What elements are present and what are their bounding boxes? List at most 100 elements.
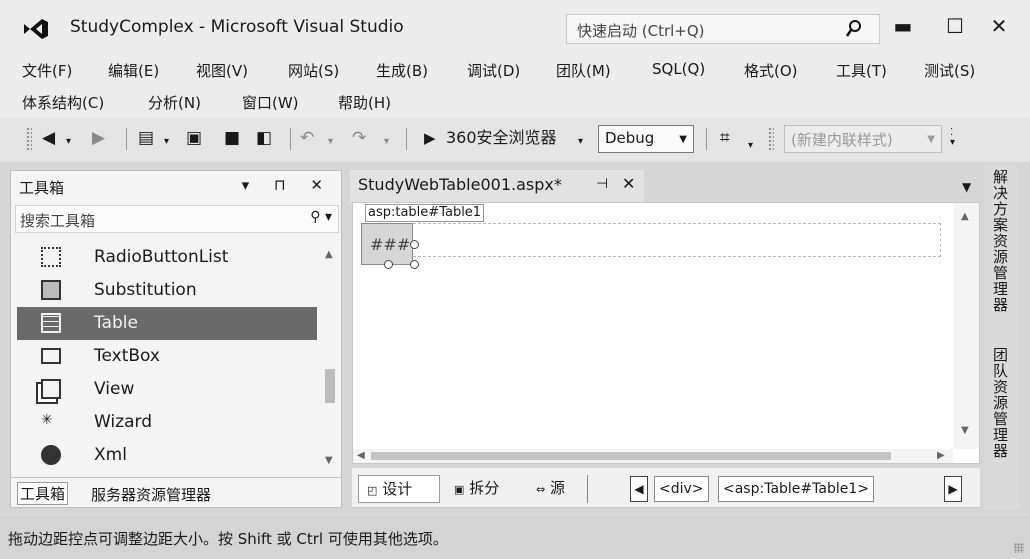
back-dropdown-icon[interactable]: ▾ — [66, 130, 71, 154]
quick-launch-input[interactable]: 快速启动 (Ctrl+Q) — [566, 14, 880, 44]
menu-format[interactable]: 格式(O) — [744, 60, 798, 81]
undo-icon[interactable]: ↶ — [300, 126, 314, 150]
menu-sql[interactable]: SQL(Q) — [652, 60, 705, 78]
tab-team-explorer[interactable]: 团队资源管理器 — [990, 347, 1011, 459]
close-tab-icon[interactable]: ✕ — [622, 174, 635, 193]
menu-website[interactable]: 网站(S) — [288, 60, 339, 81]
menu-edit[interactable]: 编辑(E) — [108, 60, 159, 81]
search-icon: ⚲ ▾ — [310, 209, 332, 225]
scroll-up-icon[interactable]: ▲ — [961, 211, 969, 222]
xml-icon — [41, 445, 61, 465]
radiobuttonlist-icon — [41, 247, 61, 267]
toolbox-item-substitution[interactable]: Substitution — [17, 274, 317, 307]
menu-build[interactable]: 生成(B) — [376, 60, 428, 81]
breadcrumb-left-icon[interactable]: ◀ — [630, 476, 648, 502]
right-dock-panel: 解决方案资源管理器 团队资源管理器 — [984, 165, 1018, 509]
resize-handle-bottom[interactable] — [384, 260, 393, 269]
scroll-up-icon[interactable]: ▲ — [325, 249, 333, 260]
chevron-down-icon: ▼ — [927, 134, 935, 145]
menu-analyze[interactable]: 分析(N) — [148, 92, 201, 113]
visual-studio-logo-icon — [24, 19, 48, 39]
toolbox-item-xml[interactable]: Xml — [17, 439, 317, 472]
breadcrumb-right-icon[interactable]: ▶ — [944, 476, 962, 502]
menu-file[interactable]: 文件(F) — [22, 60, 72, 81]
tab-studywebtable001[interactable]: StudyWebTable001.aspx* ⊣ ✕ — [350, 170, 644, 202]
design-surface[interactable]: ### asp:table#Table1 ▲ ▼ ◀ ▶ — [352, 202, 980, 464]
browser-dropdown-icon[interactable]: ▾ — [578, 130, 583, 154]
resize-grip-icon[interactable] — [1014, 543, 1024, 553]
toolbar-separator — [706, 128, 707, 150]
navigate-back-icon[interactable]: ◀ — [42, 126, 55, 150]
toolbar-overflow-icon[interactable]: ▾ — [748, 134, 753, 158]
pin-icon[interactable]: ⊣ — [596, 176, 608, 192]
editor-horizontal-scrollbar[interactable]: ◀ ▶ — [353, 449, 953, 463]
breadcrumb-asp-table[interactable]: <asp:Table#Table1> — [718, 476, 874, 502]
toolbox-bottom-tabs: 工具箱 服务器资源管理器 — [11, 477, 341, 507]
table-cell-text: ### — [370, 235, 411, 254]
toolbox-item-radiobuttonlist[interactable]: RadioButtonList — [17, 241, 317, 274]
new-project-icon[interactable]: ▤ — [138, 126, 154, 150]
tab-server-explorer[interactable]: 服务器资源管理器 — [91, 484, 211, 505]
resize-handle-right[interactable] — [410, 240, 419, 249]
toolbox-window-buttons[interactable]: ▾ ⊓ ✕ — [242, 176, 333, 194]
scroll-down-icon[interactable]: ▼ — [325, 455, 333, 466]
split-label: 拆分 — [469, 479, 500, 497]
toolbox-item-wizard[interactable]: ✳ Wizard — [17, 406, 317, 439]
menu-test[interactable]: 测试(S) — [924, 60, 975, 81]
save-all-icon[interactable]: ◧ — [256, 126, 272, 150]
toolbar-options-icon[interactable]: ⁚ ▾ — [950, 128, 955, 148]
standard-toolbar: ◀ ▾ ▶ ▤ ▾ ▣ ■ ◧ ↶ ▾ ↷ ▾ ▶ 360安全浏览器 ▾ Deb… — [0, 118, 1030, 162]
maximize-button[interactable]: ☐ — [940, 12, 970, 40]
minimize-button[interactable]: ▬ — [888, 12, 918, 40]
new-dropdown-icon[interactable]: ▾ — [164, 130, 169, 154]
menu-team[interactable]: 团队(M) — [556, 60, 611, 81]
scrollbar-thumb[interactable] — [325, 369, 335, 403]
menu-architecture[interactable]: 体系结构(C) — [22, 92, 104, 113]
design-icon: ◰ — [367, 484, 378, 497]
scroll-left-icon[interactable]: ◀ — [357, 450, 365, 461]
menu-debug[interactable]: 调试(D) — [467, 60, 520, 81]
resize-handle-corner[interactable] — [410, 260, 419, 269]
run-browser-button[interactable]: 360安全浏览器 — [446, 126, 557, 150]
menu-view[interactable]: 视图(V) — [196, 60, 248, 81]
design-view-button[interactable]: ◰ 设计 — [358, 475, 440, 503]
active-files-dropdown-icon[interactable]: ▼ — [962, 180, 971, 194]
toolbar-grip[interactable] — [26, 127, 32, 151]
toolbar-grip[interactable] — [768, 127, 774, 151]
scrollbar-thumb[interactable] — [371, 452, 891, 460]
toolbox-item-view[interactable]: View — [17, 373, 317, 406]
solution-config-dropdown[interactable]: Debug ▼ — [598, 125, 694, 153]
tab-solution-explorer[interactable]: 解决方案资源管理器 — [990, 169, 1011, 313]
redo-icon[interactable]: ↷ — [352, 126, 366, 150]
menu-tools[interactable]: 工具(T) — [836, 60, 887, 81]
target-rule-value: (新建内联样式) — [791, 131, 893, 149]
navigate-forward-icon[interactable]: ▶ — [92, 126, 105, 150]
scroll-down-icon[interactable]: ▼ — [961, 425, 969, 436]
close-button[interactable]: ✕ — [984, 12, 1014, 40]
split-view-button[interactable]: ▣ 拆分 — [446, 475, 522, 503]
split-icon: ▣ — [454, 483, 465, 496]
breadcrumb-div[interactable]: <div> — [654, 476, 709, 502]
save-icon[interactable]: ■ — [224, 126, 240, 150]
menu-help[interactable]: 帮助(H) — [338, 92, 391, 113]
toolbox-scrollbar[interactable]: ▲ ▼ — [321, 241, 339, 473]
scroll-right-icon[interactable]: ▶ — [937, 450, 945, 461]
textbox-icon — [41, 348, 61, 364]
redo-dropdown-icon[interactable]: ▾ — [384, 130, 389, 154]
find-in-files-icon[interactable]: ⌗ — [720, 126, 730, 150]
tab-toolbox[interactable]: 工具箱 — [17, 482, 69, 505]
toolbox-item-textbox[interactable]: TextBox — [17, 340, 317, 373]
undo-dropdown-icon[interactable]: ▾ — [328, 130, 333, 154]
start-debugging-icon[interactable]: ▶ — [424, 126, 436, 150]
open-file-icon[interactable]: ▣ — [186, 126, 202, 150]
target-rule-dropdown[interactable]: (新建内联样式) ▼ — [784, 125, 942, 153]
menu-window[interactable]: 窗口(W) — [242, 92, 299, 113]
table-cell[interactable]: ### — [361, 223, 413, 265]
toolbox-search-input[interactable]: 搜索工具箱 ⚲ ▾ — [15, 205, 339, 233]
quick-launch-placeholder: 快速启动 (Ctrl+Q) — [577, 22, 705, 40]
source-view-button[interactable]: ⇔ 源 — [528, 475, 588, 503]
editor-vertical-scrollbar[interactable]: ▲ ▼ — [953, 203, 979, 449]
toolbox-item-table[interactable]: Table — [17, 307, 317, 340]
toolbox-item-label: View — [94, 379, 135, 399]
toolbar-separator — [406, 128, 407, 150]
